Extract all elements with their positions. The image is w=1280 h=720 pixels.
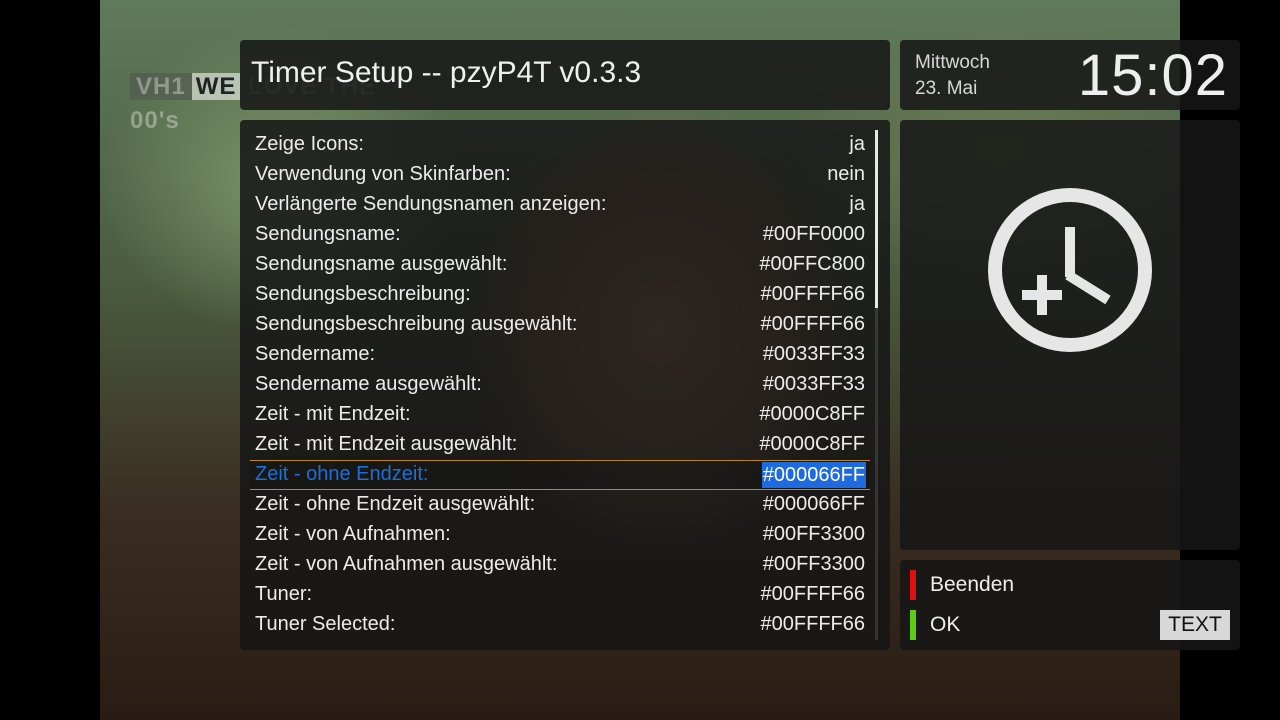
settings-row[interactable]: Tuner: #00FFFF66 (250, 580, 870, 610)
green-key-indicator (910, 610, 916, 640)
title-panel: Timer Setup -- pzyP4T v0.3.3 (240, 40, 890, 110)
settings-row[interactable]: Verlängerte Sendungsnamen anzeigen: ja (250, 190, 870, 220)
setting-label: Verwendung von Skinfarben: (255, 163, 511, 185)
setting-value[interactable]: #000066FF (761, 462, 866, 488)
setting-label: Sendungsname: (255, 223, 401, 245)
setting-value[interactable]: ja (849, 193, 865, 216)
setting-value[interactable]: nein (827, 163, 865, 186)
setting-label: Zeit - von Aufnahmen ausgewählt: (255, 553, 558, 575)
setting-label: Zeige Icons: (255, 133, 364, 155)
setting-label: Zeit - mit Endzeit ausgewählt: (255, 433, 518, 455)
settings-row[interactable]: Verwendung von Skinfarben: nein (250, 160, 870, 190)
setting-value[interactable]: #0033FF33 (763, 373, 865, 396)
settings-row[interactable]: Zeit - mit Endzeit: #0000C8FF (250, 400, 870, 430)
setting-label: Zeit - mit Endzeit: (255, 403, 411, 425)
setting-label: Sendungsname ausgewählt: (255, 253, 508, 275)
setting-label: Sendungsbeschreibung ausgewählt: (255, 313, 578, 335)
settings-row[interactable]: Sendungsbeschreibung ausgewählt: #00FFFF6… (250, 310, 870, 340)
red-key-beenden[interactable]: Beenden (910, 570, 1110, 610)
setting-value[interactable]: #00FF3300 (763, 553, 865, 576)
settings-row[interactable]: Tuner Selected: #00FFFF66 (250, 610, 870, 640)
settings-row[interactable]: Sendername ausgewählt: #0033FF33 (250, 370, 870, 400)
settings-list: Zeige Icons: ja Verwendung von Skinfarben:… (240, 120, 890, 650)
setting-label: Tuner: (255, 583, 313, 605)
settings-row[interactable]: Sendungsbeschreibung: #00FFFF66 (250, 280, 870, 310)
setting-value[interactable]: #00FFFF66 (761, 283, 865, 306)
clock-time: 15:02 (1077, 43, 1228, 108)
settings-row[interactable]: Sendername: #0033FF33 (250, 340, 870, 370)
settings-row[interactable]: Zeige Icons: ja (250, 130, 870, 160)
green-key-label: OK (930, 613, 961, 636)
setting-label: Sendername ausgewählt: (255, 373, 482, 395)
text-key-button[interactable]: TEXT (1160, 610, 1230, 640)
setting-value[interactable]: ja (849, 133, 865, 156)
date: 23. Mai (915, 78, 978, 99)
setting-label: Zeit - ohne Endzeit ausgewählt: (255, 493, 536, 515)
add-timer-clock-icon (988, 188, 1152, 352)
red-key-label: Beenden (930, 573, 1015, 596)
setting-value[interactable]: #00FF3300 (763, 523, 865, 546)
setting-label: Verlängerte Sendungsnamen anzeigen: (255, 193, 607, 215)
clock-panel: Mittwoch 23. Mai 15:02 (900, 40, 1240, 110)
setting-value[interactable]: #0033FF33 (763, 343, 865, 366)
setting-value[interactable]: #0000C8FF (759, 433, 865, 456)
settings-row[interactable]: Zeit - mit Endzeit ausgewählt: #0000C8FF (250, 430, 870, 460)
setting-value[interactable]: #00FF0000 (763, 223, 865, 246)
settings-row[interactable]: Zeit - von Aufnahmen ausgewählt: #00FF330… (250, 550, 870, 580)
setting-label: Zeit - ohne Endzeit: (255, 463, 429, 485)
settings-row[interactable]: Sendungsname ausgewählt: #00FFC800 (250, 250, 870, 280)
scrollbar[interactable] (875, 130, 878, 640)
preview-panel (900, 120, 1240, 550)
red-key-indicator (910, 570, 916, 600)
scrollbar-thumb[interactable] (875, 130, 878, 308)
setting-label: Tuner Selected: (255, 613, 396, 635)
setting-value[interactable]: #00FFFF66 (761, 613, 865, 636)
page-title: Timer Setup -- pzyP4T v0.3.3 (251, 56, 642, 89)
setting-value[interactable]: #00FFC800 (759, 253, 865, 276)
setting-value[interactable]: #000066FF (763, 493, 865, 516)
settings-row[interactable]: Zeit - ohne Endzeit ausgewählt: #000066FF (250, 490, 870, 520)
setting-label: Sendername: (255, 343, 376, 365)
setting-value[interactable]: #0000C8FF (759, 403, 865, 426)
setting-label: Sendungsbeschreibung: (255, 283, 471, 305)
setting-value[interactable]: #00FFFF66 (761, 583, 865, 606)
settings-row[interactable]: Zeit - ohne Endzeit: #000066FF (250, 460, 870, 490)
settings-row[interactable]: Zeit - von Aufnahmen: #00FF3300 (250, 520, 870, 550)
weekday: Mittwoch (915, 52, 990, 73)
settings-row[interactable]: Sendungsname: #00FF0000 (250, 220, 870, 250)
setting-value[interactable]: #00FFFF66 (761, 313, 865, 336)
setting-label: Zeit - von Aufnahmen: (255, 523, 451, 545)
button-panel: Beenden OK TEXT (900, 560, 1240, 650)
green-key-ok[interactable]: OK (910, 610, 1110, 650)
